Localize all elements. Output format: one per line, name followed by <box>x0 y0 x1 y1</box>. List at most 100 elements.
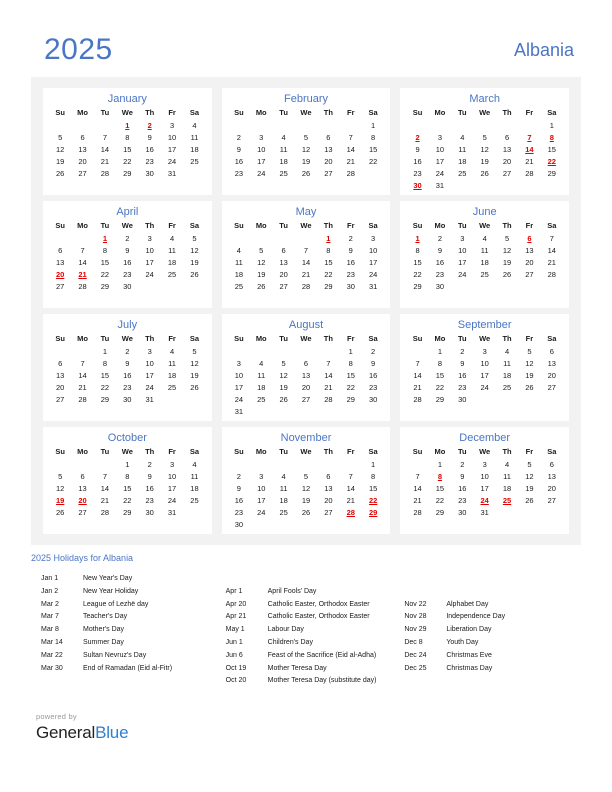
day-cell[interactable]: 29 <box>116 167 138 179</box>
day-cell[interactable]: 6 <box>295 357 317 369</box>
day-cell[interactable]: 19 <box>295 494 317 506</box>
day-cell[interactable]: 13 <box>49 256 71 268</box>
day-cell[interactable]: 11 <box>250 369 272 381</box>
day-cell[interactable]: 4 <box>473 232 495 244</box>
day-cell[interactable]: 30 <box>340 280 362 292</box>
day-cell[interactable]: 19 <box>518 369 540 381</box>
day-cell[interactable]: 21 <box>295 268 317 280</box>
day-cell-holiday[interactable]: 7 <box>518 131 540 143</box>
day-cell[interactable]: 21 <box>406 381 428 393</box>
day-cell[interactable]: 8 <box>116 131 138 143</box>
day-cell[interactable]: 1 <box>429 458 451 470</box>
day-cell[interactable]: 15 <box>116 482 138 494</box>
day-cell[interactable]: 9 <box>451 357 473 369</box>
day-cell[interactable]: 17 <box>161 143 183 155</box>
day-cell[interactable]: 26 <box>518 381 540 393</box>
day-cell[interactable]: 10 <box>139 244 161 256</box>
day-cell[interactable]: 31 <box>429 179 451 191</box>
day-cell[interactable]: 1 <box>94 345 116 357</box>
day-cell[interactable]: 22 <box>340 381 362 393</box>
day-cell[interactable]: 10 <box>473 357 495 369</box>
day-cell[interactable]: 29 <box>406 280 428 292</box>
day-cell[interactable]: 13 <box>541 357 563 369</box>
day-cell[interactable]: 6 <box>317 470 339 482</box>
day-cell[interactable]: 7 <box>94 470 116 482</box>
day-cell[interactable]: 15 <box>94 369 116 381</box>
day-cell[interactable]: 27 <box>295 393 317 405</box>
day-cell[interactable]: 7 <box>94 131 116 143</box>
day-cell[interactable]: 26 <box>518 494 540 506</box>
day-cell[interactable]: 19 <box>518 482 540 494</box>
day-cell[interactable]: 6 <box>49 244 71 256</box>
day-cell[interactable]: 23 <box>451 494 473 506</box>
day-cell[interactable]: 7 <box>295 244 317 256</box>
day-cell[interactable]: 18 <box>250 381 272 393</box>
day-cell[interactable]: 1 <box>429 345 451 357</box>
day-cell-holiday[interactable]: 28 <box>340 506 362 518</box>
day-cell-holiday[interactable]: 19 <box>49 494 71 506</box>
day-cell[interactable]: 13 <box>272 256 294 268</box>
day-cell[interactable]: 29 <box>429 393 451 405</box>
day-cell[interactable]: 5 <box>49 470 71 482</box>
day-cell[interactable]: 23 <box>406 167 428 179</box>
day-cell[interactable]: 6 <box>49 357 71 369</box>
day-cell[interactable]: 31 <box>161 506 183 518</box>
day-cell[interactable]: 27 <box>317 167 339 179</box>
day-cell[interactable]: 3 <box>362 232 384 244</box>
day-cell[interactable]: 17 <box>473 482 495 494</box>
day-cell[interactable]: 4 <box>272 131 294 143</box>
day-cell[interactable]: 22 <box>116 494 138 506</box>
day-cell[interactable]: 12 <box>272 369 294 381</box>
month-card-march[interactable]: March Su Mo Tu We Th Fr Sa 1 2 3 4 5 6 7 8 9 10 11 12 13 14 15… <box>400 88 570 195</box>
day-cell[interactable]: 12 <box>473 143 495 155</box>
day-cell[interactable]: 12 <box>183 357 205 369</box>
day-cell[interactable]: 19 <box>183 369 205 381</box>
day-cell-holiday[interactable]: 1 <box>116 119 138 131</box>
day-cell[interactable]: 19 <box>250 268 272 280</box>
day-cell[interactable]: 13 <box>71 482 93 494</box>
day-cell[interactable]: 16 <box>228 155 250 167</box>
day-cell[interactable]: 24 <box>161 494 183 506</box>
day-cell[interactable]: 16 <box>362 369 384 381</box>
day-cell[interactable]: 27 <box>518 268 540 280</box>
day-cell[interactable]: 26 <box>49 506 71 518</box>
day-cell[interactable]: 10 <box>228 369 250 381</box>
day-cell[interactable]: 18 <box>272 155 294 167</box>
day-cell[interactable]: 3 <box>250 470 272 482</box>
day-cell[interactable]: 2 <box>362 345 384 357</box>
day-cell[interactable]: 3 <box>473 458 495 470</box>
day-cell[interactable]: 24 <box>250 167 272 179</box>
day-cell[interactable]: 28 <box>541 268 563 280</box>
day-cell[interactable]: 8 <box>317 244 339 256</box>
day-cell[interactable]: 29 <box>116 506 138 518</box>
day-cell[interactable]: 21 <box>317 381 339 393</box>
day-cell[interactable]: 6 <box>317 131 339 143</box>
day-cell[interactable]: 12 <box>49 143 71 155</box>
day-cell[interactable]: 15 <box>362 482 384 494</box>
day-cell[interactable]: 31 <box>473 506 495 518</box>
day-cell[interactable]: 6 <box>496 131 518 143</box>
day-cell[interactable]: 16 <box>429 256 451 268</box>
day-cell[interactable]: 25 <box>496 381 518 393</box>
day-cell[interactable]: 17 <box>451 256 473 268</box>
day-cell[interactable]: 22 <box>429 381 451 393</box>
day-cell[interactable]: 26 <box>473 167 495 179</box>
day-cell[interactable]: 30 <box>228 518 250 530</box>
day-cell[interactable]: 27 <box>541 381 563 393</box>
day-cell[interactable]: 23 <box>228 167 250 179</box>
day-cell[interactable]: 14 <box>541 244 563 256</box>
day-cell[interactable]: 11 <box>451 143 473 155</box>
day-cell-holiday[interactable]: 24 <box>473 494 495 506</box>
day-cell[interactable]: 6 <box>272 244 294 256</box>
day-cell[interactable]: 30 <box>451 506 473 518</box>
day-cell[interactable]: 25 <box>272 506 294 518</box>
day-cell[interactable]: 3 <box>473 345 495 357</box>
day-cell-holiday[interactable]: 29 <box>362 506 384 518</box>
day-cell[interactable]: 11 <box>496 357 518 369</box>
day-cell[interactable]: 8 <box>362 470 384 482</box>
day-cell[interactable]: 5 <box>473 131 495 143</box>
day-cell[interactable]: 29 <box>429 506 451 518</box>
day-cell[interactable]: 3 <box>429 131 451 143</box>
day-cell[interactable]: 9 <box>451 470 473 482</box>
day-cell[interactable]: 5 <box>518 345 540 357</box>
